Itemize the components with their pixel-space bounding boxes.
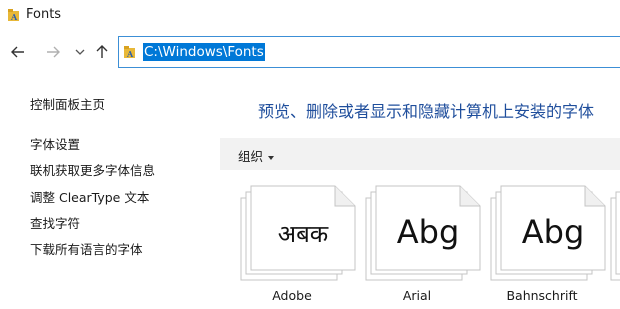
organize-label: 组织 <box>238 149 264 164</box>
arrow-up-icon <box>96 45 108 58</box>
font-tile[interactable]: Abg Bahnschrift <box>490 185 608 309</box>
font-tile-partial[interactable] <box>610 185 620 309</box>
up-button[interactable] <box>92 42 112 62</box>
sidebar-item-download-fonts[interactable]: 下载所有语言的字体 <box>30 239 143 258</box>
address-path[interactable]: C:\Windows\Fonts <box>143 43 265 61</box>
fonts-folder-icon: A <box>124 46 135 59</box>
sidebar-item-adjust-cleartype[interactable]: 调整 ClearType 文本 <box>30 187 149 206</box>
font-name: Adobe <box>272 288 312 303</box>
navigation-bar: A C:\Windows\Fonts <box>0 34 620 70</box>
organize-menu-button[interactable]: 组织 <box>238 146 275 165</box>
font-name: Bahnschrift <box>506 288 578 303</box>
caret-down-icon <box>268 155 275 160</box>
window-title: Fonts <box>26 7 62 22</box>
arrow-right-icon <box>47 46 60 58</box>
back-button[interactable] <box>8 42 28 62</box>
title-bar: A Fonts <box>0 0 620 30</box>
address-bar[interactable]: A C:\Windows\Fonts <box>118 36 620 68</box>
sidebar-item-control-panel-home[interactable]: 控制面板主页 <box>30 94 105 113</box>
font-name: Arial <box>402 288 432 303</box>
font-sample: Abg <box>521 213 585 251</box>
font-sample: Abg <box>396 213 460 251</box>
font-tile[interactable]: Abg Arial <box>365 185 483 309</box>
command-bar: 组织 <box>220 138 620 170</box>
svg-text:A: A <box>10 12 18 22</box>
chevron-down-icon <box>75 49 85 55</box>
sidebar-item-get-font-info-online[interactable]: 联机获取更多字体信息 <box>30 160 155 179</box>
sidebar-item-find-character[interactable]: 查找字符 <box>30 213 80 232</box>
forward-button[interactable] <box>43 42 63 62</box>
page-heading: 预览、删除或者显示和隐藏计算机上安装的字体 <box>258 102 595 121</box>
recent-locations-button[interactable] <box>70 42 90 62</box>
font-file-stack-icon <box>610 191 620 281</box>
svg-text:A: A <box>126 49 134 59</box>
arrow-left-icon <box>11 46 24 58</box>
fonts-folder-icon: A <box>8 9 19 22</box>
font-sample: अबक <box>277 220 329 248</box>
sidebar-item-font-settings[interactable]: 字体设置 <box>30 134 80 153</box>
font-tile[interactable]: अबक Adobe <box>240 185 358 309</box>
